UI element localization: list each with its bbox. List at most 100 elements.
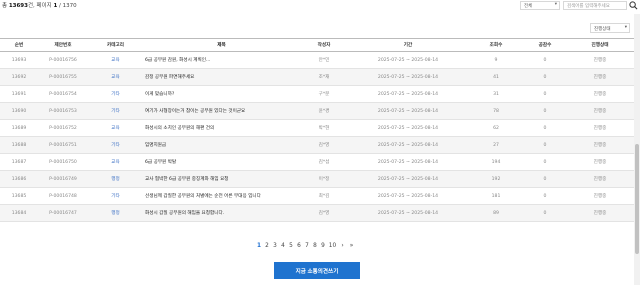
page-link-1[interactable]: 1 [255, 243, 263, 252]
page-link-7[interactable]: 7 [303, 243, 311, 252]
table-row[interactable]: 13687 P-00016750 교육 6급 공무원 박탈 김*섭 2025-07-25 … [0, 154, 634, 171]
table-row[interactable]: 13691 P-00016754 기타 이게 맞습니까? 구*분 2025-07-25 ~… [0, 86, 634, 103]
table-row[interactable]: 13692 P-00016755 교육 감정 공무원 파면해주세요 조*재 2025-07… [0, 69, 634, 86]
title-link[interactable]: 감정 공무원 파면해주세요 [143, 69, 300, 85]
view-count: 41 [493, 74, 499, 80]
title-link[interactable]: 임명지원금 [143, 137, 300, 153]
proposal-table: 순번 제안번호 카테고리 제목 작성자 기간 조회수 공감수 진행상태 1369… [0, 38, 634, 222]
top-bar: 총 13693건, 페이지 1 / 1370 전체 ▾ 검색어를 입력해주세요 [0, 0, 640, 14]
agree-count: 0 [543, 176, 547, 182]
table-row[interactable]: 13690 P-00016753 기타 여기가 사형장이는거 참이는 공무원 있다는 … [0, 103, 634, 120]
category-link[interactable]: 행정 [88, 171, 143, 187]
page-link-9[interactable]: 9 [319, 243, 327, 252]
title-link[interactable]: 선생님께 갑질한 공무원의 처벌에는 순전 어른 무대응 입니다 [143, 188, 300, 204]
agree-count: 0 [543, 125, 547, 131]
write-opinion-button[interactable]: 지금 소통의견쓰기 [274, 262, 360, 279]
table-body: 13693 P-00016756 교육 6급 공무원 감원, 화성시 계획인... 안*… [0, 52, 634, 222]
column-header: 작성자 [317, 43, 331, 48]
title-link[interactable]: 교사 협박한 6급 공무원 중징계와 해임 요청 [143, 171, 300, 187]
author: 안*민 [318, 58, 330, 63]
column-header: 진행상태 [591, 43, 609, 48]
period: 2025-07-25 ~ 2025-08-14 [377, 176, 439, 182]
proposal-id: P-00016755 [49, 74, 77, 80]
status-text: 진행중 [593, 194, 607, 199]
page-link-4[interactable]: 4 [279, 243, 287, 252]
proposal-id: P-00016750 [49, 159, 77, 165]
author: 최*김 [318, 194, 330, 199]
search-input[interactable]: 검색어를 입력해주세요 [563, 1, 627, 10]
status-text: 진행중 [593, 92, 607, 97]
row-number: 13685 [11, 193, 27, 199]
row-number: 13689 [11, 125, 27, 131]
search-icon[interactable] [629, 1, 638, 10]
row-number: 13686 [11, 176, 27, 182]
page-link-2[interactable]: 2 [263, 243, 271, 252]
column-header: 제목 [217, 43, 226, 48]
status-text: 진행중 [593, 58, 607, 63]
category-link[interactable]: 교육 [88, 52, 143, 68]
chevron-down-icon: ▾ [554, 2, 557, 7]
scrollbar[interactable] [634, 14, 640, 285]
table-row[interactable]: 13688 P-00016751 기타 임명지원금 김*영 2025-07-25 ~ 20… [0, 137, 634, 154]
category-link[interactable]: 행정 [88, 205, 143, 221]
column-header: 제안번호 [54, 43, 72, 48]
status-text: 진행중 [593, 126, 607, 131]
page-link-8[interactable]: 8 [311, 243, 319, 252]
last-page-icon[interactable]: » [347, 243, 356, 252]
next-page-icon[interactable]: › [338, 243, 347, 252]
author: 박*현 [318, 126, 330, 131]
proposal-id: P-00016753 [49, 108, 77, 114]
title-link[interactable]: 6급 공무원 박탈 [143, 154, 300, 170]
page-link-3[interactable]: 3 [271, 243, 279, 252]
title-link[interactable]: 여기가 사형장이는거 참이는 공무원 있다는 것이군요 [143, 103, 300, 119]
view-count: 27 [493, 142, 499, 148]
agree-count: 0 [543, 108, 547, 114]
period: 2025-07-25 ~ 2025-08-14 [377, 57, 439, 63]
title-link[interactable]: 화성시 갑질 공무원의 해임을 요청합니다. [143, 205, 300, 221]
proposal-id: P-00016754 [49, 91, 77, 97]
status-text: 진행중 [593, 143, 607, 148]
table-row[interactable]: 13686 P-00016749 행정 교사 협박한 6급 공무원 중징계와 해임 요… [0, 171, 634, 188]
status-filter-select[interactable]: 진행상태 ▾ [590, 23, 630, 33]
view-count: 89 [493, 210, 499, 216]
table-row[interactable]: 13693 P-00016756 교육 6급 공무원 감원, 화성시 계획인... 안*… [0, 52, 634, 69]
category-link[interactable]: 기타 [88, 188, 143, 204]
category-link[interactable]: 교육 [88, 69, 143, 85]
page-link-5[interactable]: 5 [287, 243, 295, 252]
row-number: 13690 [11, 108, 27, 114]
title-link[interactable]: 화성시의 소치인 공무원의 해편 건의 [143, 120, 300, 136]
row-number: 13688 [11, 142, 27, 148]
title-link[interactable]: 이게 맞습니까? [143, 86, 300, 102]
table-row[interactable]: 13685 P-00016748 기타 선생님께 갑질한 공무원의 처벌에는 순전 어… [0, 188, 634, 205]
scrollbar-thumb[interactable] [635, 144, 639, 254]
category-link[interactable]: 기타 [88, 103, 143, 119]
agree-count: 0 [543, 193, 547, 199]
row-number: 13684 [11, 210, 27, 216]
page-link-10[interactable]: 10 [327, 243, 338, 252]
status-text: 진행중 [593, 177, 607, 182]
agree-count: 0 [543, 142, 547, 148]
category-link[interactable]: 교육 [88, 154, 143, 170]
category-link[interactable]: 기타 [88, 137, 143, 153]
proposal-id: P-00016749 [49, 176, 77, 182]
search-filter-select[interactable]: 전체 ▾ [520, 1, 560, 10]
view-count: 62 [493, 125, 499, 131]
author: 김*영 [318, 211, 330, 216]
result-summary: 총 13693건, 페이지 1 / 1370 [2, 3, 77, 9]
category-link[interactable]: 교육 [88, 120, 143, 136]
page-link-6[interactable]: 6 [295, 243, 303, 252]
view-count: 31 [493, 91, 499, 97]
view-count: 78 [493, 108, 499, 114]
period: 2025-07-25 ~ 2025-08-14 [377, 125, 439, 131]
table-row[interactable]: 13689 P-00016752 교육 화성시의 소치인 공무원의 해편 건의 박*현 2… [0, 120, 634, 137]
row-number: 13693 [11, 57, 27, 63]
proposal-id: P-00016752 [49, 125, 77, 131]
title-link[interactable]: 6급 공무원 감원, 화성시 계획인... [143, 52, 300, 68]
column-header: 기간 [403, 43, 413, 48]
period: 2025-07-25 ~ 2025-08-14 [377, 193, 439, 199]
author: 김*섭 [318, 160, 330, 165]
table-row[interactable]: 13684 P-00016747 행정 화성시 갑질 공무원의 해임을 요청합니다. 김… [0, 205, 634, 222]
agree-count: 0 [543, 159, 547, 165]
column-header: 조회수 [489, 43, 503, 48]
category-link[interactable]: 기타 [88, 86, 143, 102]
